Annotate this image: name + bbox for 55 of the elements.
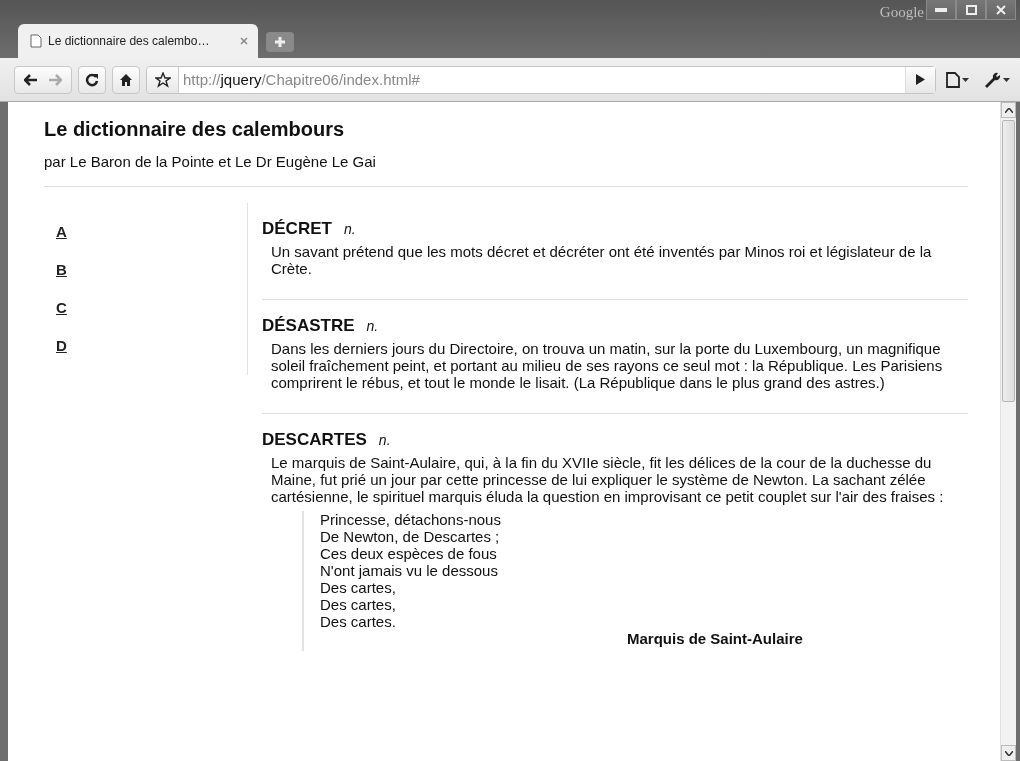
reload-button[interactable]	[78, 65, 106, 94]
new-tab-button[interactable]	[266, 32, 294, 52]
minimize-icon	[935, 7, 947, 12]
forward-icon	[48, 73, 62, 86]
entry-term: DÉCRET	[262, 219, 332, 239]
maximize-button[interactable]	[956, 0, 986, 20]
close-icon[interactable]	[240, 37, 248, 45]
back-icon	[24, 73, 38, 86]
letter-link[interactable]: C	[56, 299, 67, 316]
home-icon	[119, 72, 133, 87]
browser-tab[interactable]: Le dictionnaire des calembo…	[18, 24, 258, 58]
brand-name: Google	[879, 4, 924, 21]
home-button[interactable]	[112, 65, 140, 94]
scrollbar[interactable]	[1000, 102, 1016, 761]
letter-link[interactable]: A	[56, 223, 67, 240]
verse-line: Ces deux espèces de fous	[320, 545, 497, 562]
verse-line: Des cartes.	[320, 613, 396, 630]
url-text: http://jquery/Chapitre06/index.html#	[182, 71, 421, 88]
verse-line: Princesse, détachons-nous	[320, 511, 501, 528]
definition-text: Dans les derniers jours du Directoire, on trouva un matin, sur la porte du Luxembourg, un magnifique soleil fraîchement peint, et portant au milieu de ses rayons ce seul mot : la République. Les Parisiens comprirent le rébus, et tout le monde le lisait. (La République dans le plus grand des astres.)	[271, 340, 944, 391]
plus-icon	[275, 37, 285, 47]
part-of-speech: n.	[366, 318, 379, 334]
scroll-down-button[interactable]	[1001, 745, 1016, 761]
verse-line: Des cartes,	[320, 579, 396, 596]
play-icon	[916, 74, 925, 85]
definition-text: Un savant prétend que les mots décret et décréter ont été inventés par Minos roi et législateur de la Crète.	[271, 243, 933, 277]
reload-icon	[85, 72, 99, 87]
close-icon	[996, 4, 1006, 15]
definition-text: Le marquis de Saint-Aulaire, qui, à la fin du XVIIe siècle, fit les délices de la cour de la duchesse du Maine, fut prié un jour par cette princesse de lui expliquer le système de Newton. La sachant zélée cartésienne, le spirituel marquis éluda la question en improvisant ce petit couplet sur l'air des fraises :	[271, 454, 945, 505]
wrench-icon	[983, 71, 1001, 88]
entry-term: DÉSASTRE	[262, 316, 355, 336]
byline: par Le Baron de la Pointe et Le Dr Eugène Le Gai	[44, 153, 377, 170]
back-button[interactable]	[14, 65, 72, 94]
part-of-speech: n.	[378, 432, 391, 448]
verse-line: N'ont jamais vu le dessous	[320, 562, 498, 579]
scroll-thumb[interactable]	[1002, 120, 1015, 402]
caret-icon	[962, 77, 969, 82]
address-field[interactable]: http://jquery/Chapitre06/index.html#	[146, 65, 936, 94]
letter-link[interactable]: B	[56, 261, 67, 278]
verse-line: De Newton, de Descartes ;	[320, 528, 500, 545]
page-icon	[30, 34, 42, 48]
scroll-up-button[interactable]	[1001, 102, 1016, 118]
caret-icon	[1003, 77, 1010, 82]
quote-author: Marquis de Saint-Aulaire	[627, 630, 803, 647]
close-button[interactable]	[986, 0, 1016, 20]
minimize-button[interactable]	[926, 0, 956, 20]
star-icon[interactable]	[154, 71, 171, 88]
entry-term: DESCARTES	[262, 430, 367, 450]
letter-link[interactable]: D	[56, 337, 67, 354]
page-title: Le dictionnaire des calembours	[44, 118, 346, 141]
go-button[interactable]	[905, 66, 935, 93]
maximize-icon	[965, 4, 977, 15]
part-of-speech: n.	[343, 221, 356, 237]
page-icon	[946, 71, 960, 88]
verse-line: Des cartes,	[320, 596, 396, 613]
